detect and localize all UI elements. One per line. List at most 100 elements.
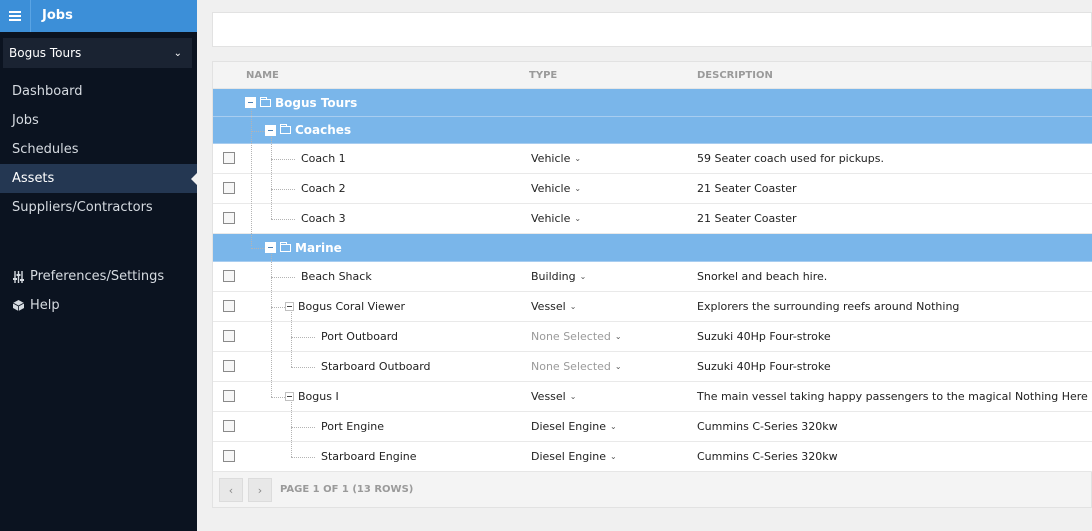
type-value: Diesel Engine (531, 450, 607, 463)
type-dropdown[interactable]: Diesel Engine ⌄ (531, 412, 617, 441)
cell-name: Bogus I (298, 390, 339, 403)
group-label: Coaches (295, 123, 352, 137)
row-checkbox[interactable] (223, 212, 235, 224)
table-row[interactable]: Coach 1 Vehicle ⌄ 59 Seater coach used fo… (213, 144, 1092, 174)
cell-description: 21 Seater Coaster (697, 212, 797, 225)
table-row[interactable]: Bogus I Vessel ⌄ The main vessel taking h… (213, 382, 1092, 412)
cell-description: Suzuki 40Hp Four-stroke (697, 360, 831, 373)
grid-header: NAME TYPE DESCRIPTION (213, 62, 1091, 89)
tree-line (271, 159, 295, 160)
type-dropdown[interactable]: Vehicle ⌄ (531, 144, 581, 173)
minus-icon[interactable] (265, 124, 276, 136)
cell-name: Port Engine (321, 420, 385, 433)
row-checkbox[interactable] (223, 450, 235, 462)
tree-line (271, 254, 272, 397)
sidebar-header: Jobs (0, 0, 197, 32)
minus-icon[interactable] (285, 392, 294, 401)
cell-description: Explorers the surrounding reefs around N… (697, 300, 960, 313)
tree-line (291, 337, 315, 338)
nav-item-jobs[interactable]: Jobs (0, 106, 197, 135)
minus-icon[interactable] (265, 242, 276, 253)
cell-name: Starboard Outboard (321, 360, 431, 373)
chevron-down-icon: ⌄ (569, 392, 577, 401)
column-header-description[interactable]: DESCRIPTION (697, 70, 773, 81)
table-row[interactable]: Port Outboard None Selected ⌄ Suzuki 40Hp… (213, 322, 1092, 352)
group-row-bogus-tours[interactable]: Bogus Tours (213, 89, 1092, 117)
nav-item-label: Preferences/Settings (30, 269, 165, 284)
tree-line (291, 312, 292, 367)
type-dropdown[interactable]: None Selected ⌄ (531, 322, 622, 351)
cell-description: Cummins C-Series 320kw (697, 420, 838, 433)
tree-line (251, 131, 265, 132)
type-dropdown[interactable]: Vehicle ⌄ (531, 174, 581, 203)
cell-name: Coach 1 (301, 152, 346, 165)
table-row[interactable]: Starboard Outboard None Selected ⌄ Suzuki… (213, 352, 1092, 382)
cell-name: Coach 3 (301, 212, 346, 225)
type-dropdown[interactable]: Vehicle ⌄ (531, 204, 581, 233)
nav-item-help[interactable]: Help (0, 291, 197, 320)
table-row[interactable]: Bogus Coral Viewer Vessel ⌄ Explorers the… (213, 292, 1092, 322)
chevron-down-icon: ⌄ (579, 272, 587, 281)
nav-item-preferences[interactable]: Preferences/Settings (0, 262, 197, 291)
group-row-coaches[interactable]: Coaches (213, 117, 1092, 144)
table-row[interactable]: Starboard Engine Diesel Engine ⌄ Cummins … (213, 442, 1092, 472)
grid-pager: ‹ › PAGE 1 OF 1 (13 ROWS) (213, 471, 1091, 507)
tree-line (251, 248, 265, 249)
tree-line (271, 307, 285, 308)
row-checkbox[interactable] (223, 270, 235, 282)
table-row[interactable]: Port Engine Diesel Engine ⌄ Cummins C-Ser… (213, 412, 1092, 442)
organization-select[interactable]: Bogus Tours ⌄ (3, 38, 192, 68)
type-value: None Selected (531, 360, 611, 373)
type-value: Diesel Engine (531, 420, 607, 433)
cell-name: Beach Shack (301, 270, 372, 283)
tree-line (271, 219, 295, 220)
type-value: Vessel (531, 390, 566, 403)
type-dropdown[interactable]: Vessel ⌄ (531, 382, 576, 411)
nav-item-assets[interactable]: Assets (0, 164, 197, 193)
hamburger-icon[interactable] (0, 0, 30, 32)
type-dropdown[interactable]: Building ⌄ (531, 262, 586, 291)
cell-description: Suzuki 40Hp Four-stroke (697, 330, 831, 343)
table-row[interactable]: Coach 3 Vehicle ⌄ 21 Seater Coaster (213, 204, 1092, 234)
folder-icon (280, 124, 291, 134)
cell-name: Bogus Coral Viewer (298, 300, 406, 313)
tree-line (291, 367, 315, 368)
nav-item-suppliers[interactable]: Suppliers/Contractors (0, 193, 197, 222)
group-label: Marine (295, 240, 342, 255)
prev-page-button[interactable]: ‹ (219, 478, 243, 502)
row-checkbox[interactable] (223, 182, 235, 194)
row-checkbox[interactable] (223, 300, 235, 312)
row-checkbox[interactable] (223, 390, 235, 402)
organization-name: Bogus Tours (9, 46, 82, 60)
row-checkbox[interactable] (223, 152, 235, 164)
column-header-type[interactable]: TYPE (529, 70, 557, 81)
type-dropdown[interactable]: Vessel ⌄ (531, 292, 576, 321)
type-dropdown[interactable]: None Selected ⌄ (531, 352, 622, 381)
row-checkbox[interactable] (223, 420, 235, 432)
cell-description: 21 Seater Coaster (697, 182, 797, 195)
row-checkbox[interactable] (223, 330, 235, 342)
nav-item-dashboard[interactable]: Dashboard (0, 77, 197, 106)
type-value: Vehicle (531, 152, 571, 165)
next-page-button[interactable]: › (248, 478, 272, 502)
chevron-down-icon: ⌄ (569, 302, 577, 311)
row-checkbox[interactable] (223, 360, 235, 372)
group-row-marine[interactable]: Marine (213, 234, 1092, 262)
chevron-down-icon: ⌄ (574, 154, 582, 163)
cell-name: Port Outboard (321, 330, 399, 343)
minus-icon[interactable] (285, 302, 294, 311)
table-row[interactable]: Coach 2 Vehicle ⌄ 21 Seater Coaster (213, 174, 1092, 204)
tree-line (291, 427, 315, 428)
chevron-down-icon: ⌄ (614, 332, 622, 341)
folder-icon (260, 96, 271, 107)
type-dropdown[interactable]: Diesel Engine ⌄ (531, 442, 617, 471)
nav-item-schedules[interactable]: Schedules (0, 135, 197, 164)
cell-description: The main vessel taking happy passengers … (697, 390, 1092, 403)
table-row[interactable]: Beach Shack Building ⌄ Snorkel and beach … (213, 262, 1092, 292)
cell-description: 59 Seater coach used for pickups. (697, 152, 884, 165)
column-header-name[interactable]: NAME (246, 70, 279, 81)
top-toolbar-panel (212, 12, 1092, 47)
cell-description: Cummins C-Series 320kw (697, 450, 838, 463)
minus-icon[interactable] (245, 97, 256, 108)
type-value: Building (531, 270, 576, 283)
